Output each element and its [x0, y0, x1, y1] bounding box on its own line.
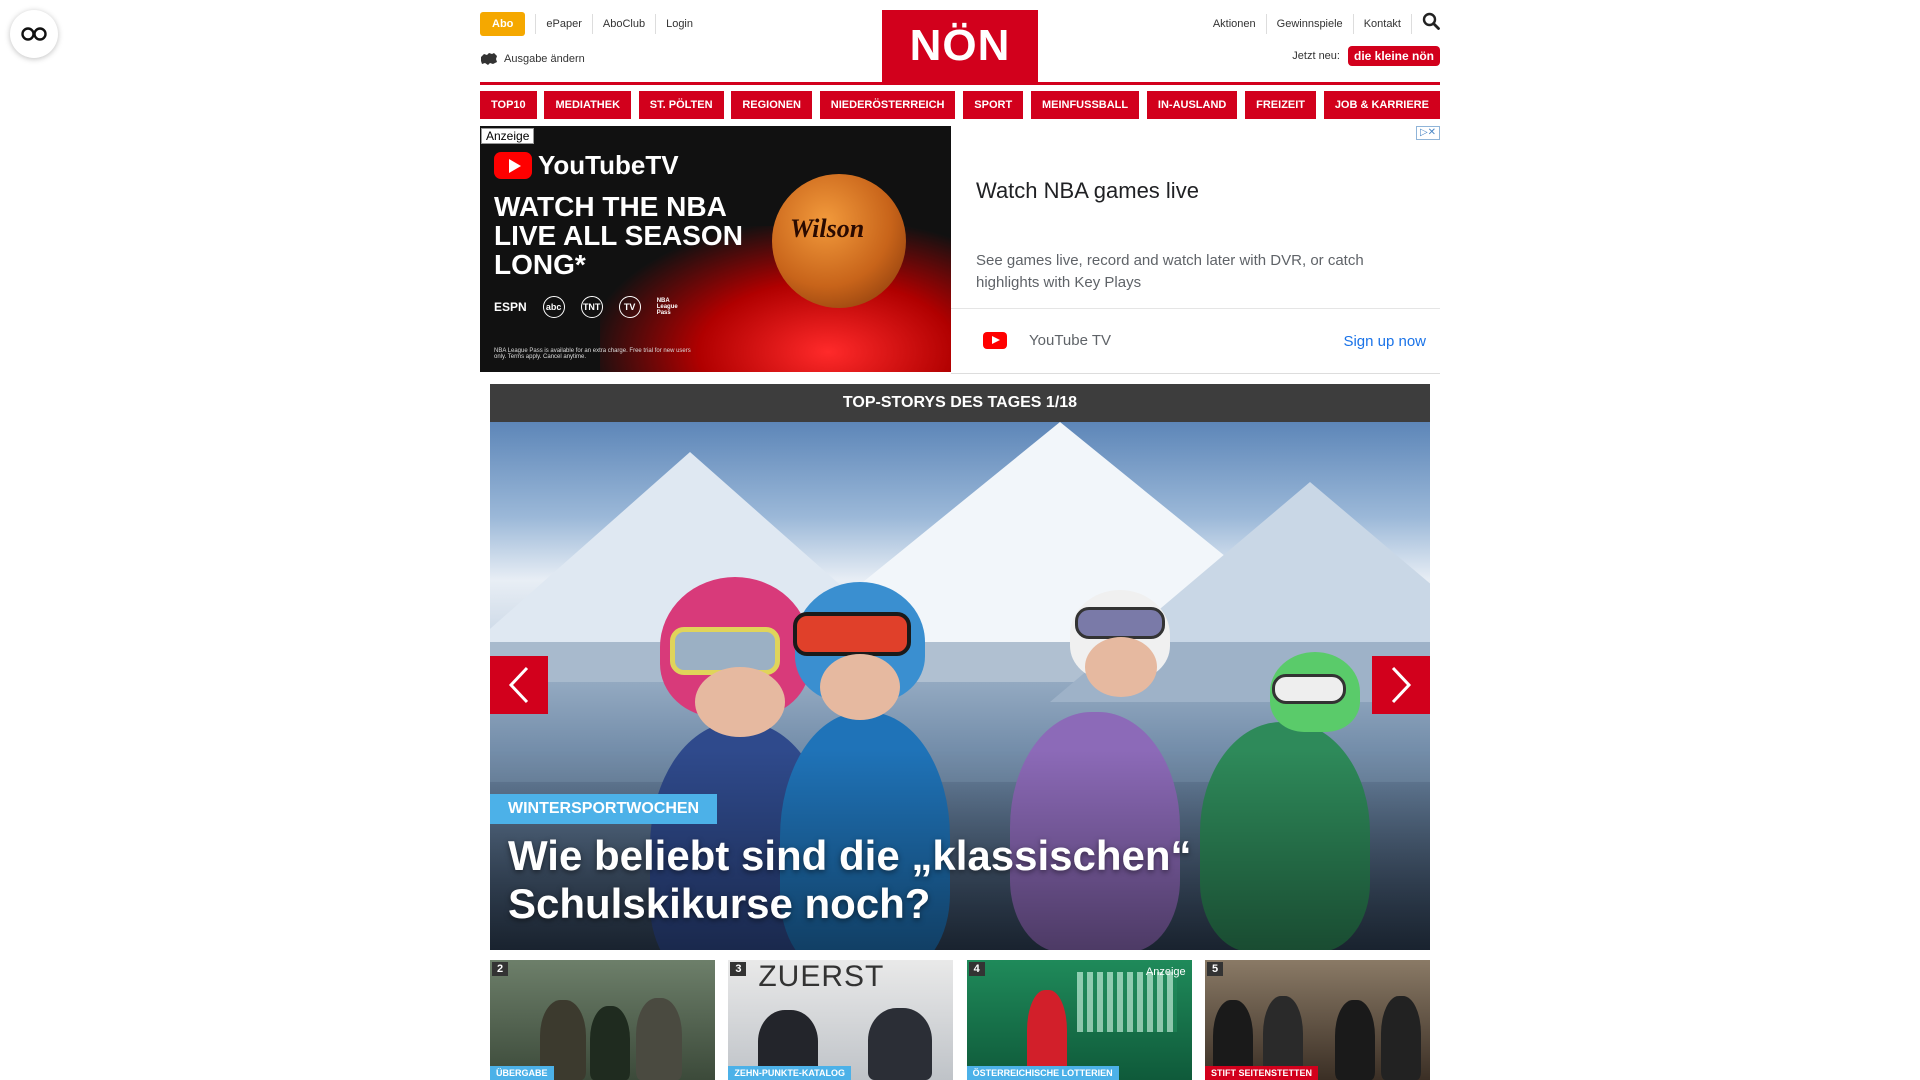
reader-glasses-icon [21, 27, 47, 41]
person-figure [868, 1008, 933, 1080]
kontakt-link[interactable]: Kontakt [1354, 13, 1412, 34]
slider-next-button[interactable] [1372, 656, 1430, 714]
hero-kicker[interactable]: WINTERSPORTWOCHEN [490, 794, 718, 824]
story-thumb-3[interactable]: ZUERST 3 ZEHN-PUNKTE-KATALOG [728, 960, 954, 1080]
person-figure [636, 998, 682, 1080]
chevron-right-icon [1391, 666, 1412, 704]
thumb-ad-label: Anzeige [1145, 966, 1186, 978]
story-thumb-2[interactable]: 2 ÜBERGABE [490, 960, 715, 1080]
person-figure [590, 1006, 630, 1080]
ad-brand: YouTubeTV [494, 150, 679, 181]
kleine-noen-badge[interactable]: die kleine nön [1347, 46, 1440, 66]
network-abc: abc [542, 296, 565, 318]
ad-fine-print: NBA League Pass is available for an extr… [494, 348, 691, 360]
network-tv: TV [618, 296, 641, 318]
ball-brand: Wilson [790, 214, 865, 243]
hero-story[interactable]: WINTERSPORTWOCHEN Wie beliebt sind die „… [490, 422, 1430, 950]
child-face [695, 667, 785, 737]
hero-headline[interactable]: Wie beliebt sind die „klassischen“ Schul… [508, 832, 1308, 928]
nav-niederoesterreich[interactable]: NIEDERÖSTERREICH [819, 91, 956, 119]
thumb-number: 4 [968, 962, 985, 976]
adchoices-icon[interactable]: ▷✕ [1416, 126, 1440, 140]
thumb-category: ÖSTERREICHISCHE LOTTERIEN [966, 1066, 1119, 1080]
ad-description: See games live, record and watch later w… [976, 252, 1364, 291]
epaper-link[interactable]: ePaper [535, 14, 593, 34]
header-divider [480, 82, 1440, 85]
nav-job-karriere[interactable]: JOB & KARRIERE [1323, 91, 1440, 119]
jetzt-neu: Jetzt neu: die kleine nön [1292, 46, 1440, 66]
child-face [1085, 637, 1157, 697]
nav-mediathek[interactable]: MEDIATHEK [544, 91, 632, 119]
abo-button[interactable]: Abo [480, 12, 526, 36]
child-goggles [1075, 607, 1165, 639]
thumb-number: 2 [492, 962, 509, 976]
nav-in-ausland[interactable]: IN-AUSLAND [1146, 91, 1238, 119]
main-nav: TOP10 MEDIATHEK ST. PÖLTEN REGIONEN NIED… [480, 91, 1440, 119]
site-header: Abo ePaper AboClub Login Ausgabe ändern … [480, 0, 1440, 82]
youtube-icon [494, 152, 532, 179]
change-edition-link[interactable]: Ausgabe ändern [480, 52, 585, 66]
map-icon [481, 53, 497, 65]
ad-headline: WATCH THE NBA LIVE ALL SEASON LONG* [494, 191, 743, 280]
ad-networks: ESPN abc TNT TV NBA League Pass [494, 296, 681, 318]
reader-mode-button[interactable] [10, 10, 58, 58]
site-logo[interactable]: NÖN [882, 10, 1038, 82]
top-left-links: Abo ePaper AboClub Login [480, 12, 703, 36]
top-right-links: Aktionen Gewinnspiele Kontakt [1203, 12, 1440, 35]
login-link[interactable]: Login [656, 14, 703, 34]
advertisement[interactable]: Anzeige YouTubeTV WATCH THE NBA LIVE ALL… [480, 126, 1440, 374]
nav-st-poelten[interactable]: ST. PÖLTEN [638, 91, 724, 119]
search-icon [1422, 12, 1440, 30]
jetzt-neu-label: Jetzt neu: [1292, 50, 1340, 62]
ad-text-panel[interactable]: ▷✕ Watch NBA games live See games live, … [951, 126, 1440, 374]
story-thumb-4[interactable]: 4 Anzeige ÖSTERREICHISCHE LOTTERIEN [966, 960, 1192, 1080]
thumb-number: 3 [730, 962, 747, 976]
thumb-category: ZEHN-PUNKTE-KATALOG [728, 1066, 851, 1080]
ad-brand-label: YouTubeTV [538, 150, 679, 180]
child-goggles [793, 612, 911, 656]
page: Abo ePaper AboClub Login Ausgabe ändern … [480, 0, 1440, 1080]
thumb-category: STIFT SEITENSTETTEN [1204, 1066, 1318, 1080]
search-button[interactable] [1412, 12, 1440, 35]
lottery-board [1076, 972, 1177, 1032]
nav-regionen[interactable]: REGIONEN [731, 91, 813, 119]
ad-divider [951, 308, 1440, 309]
person-figure [1334, 1000, 1375, 1080]
child-goggles [1272, 674, 1346, 704]
ad-label: Anzeige [481, 128, 535, 144]
slider-prev-button[interactable] [490, 656, 548, 714]
thumb-number: 5 [1206, 962, 1224, 976]
ad-advertiser: YouTube TV [1029, 332, 1112, 349]
chevron-left-icon [508, 666, 529, 704]
network-league-pass: NBA League Pass [656, 298, 678, 316]
youtube-icon [983, 332, 1007, 349]
nav-sport[interactable]: SPORT [963, 91, 1024, 119]
nav-freizeit[interactable]: FREIZEIT [1245, 91, 1317, 119]
change-edition-label: Ausgabe ändern [504, 53, 585, 65]
gewinnspiele-link[interactable]: Gewinnspiele [1267, 13, 1354, 34]
ad-image[interactable]: Anzeige YouTubeTV WATCH THE NBA LIVE ALL… [480, 126, 951, 372]
aktionen-link[interactable]: Aktionen [1203, 13, 1267, 34]
story-thumbnails: 2 ÜBERGABE ZUERST 3 ZEHN-PUNKTE-KATALOG … [490, 960, 1430, 1080]
network-tnt: TNT [580, 296, 603, 318]
thumb-category: ÜBERGABE [490, 1066, 554, 1080]
child-face [820, 654, 900, 720]
nav-meinfussball[interactable]: MEINFUSSBALL [1030, 91, 1140, 119]
network-espn: ESPN [494, 300, 527, 314]
aboclub-link[interactable]: AboClub [593, 14, 657, 34]
ad-title[interactable]: Watch NBA games live [976, 178, 1199, 204]
person-figure [1380, 996, 1421, 1080]
story-thumb-5[interactable]: 5 STIFT SEITENSTETTEN [1204, 960, 1430, 1080]
thumb-sign-text: ZUERST [758, 960, 885, 993]
top-stories-header: TOP-STORYS DES TAGES 1/18 [490, 384, 1430, 422]
nav-top10[interactable]: TOP10 [480, 91, 537, 119]
ad-signup-button[interactable]: Sign up now [1343, 333, 1426, 350]
